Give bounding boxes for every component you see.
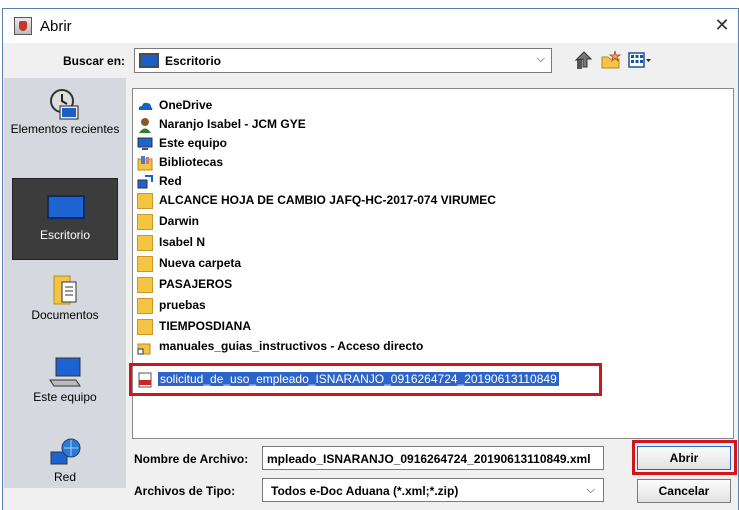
place-label: Documentos — [31, 308, 99, 322]
view-menu-icon[interactable] — [627, 49, 653, 71]
place-recent[interactable]: Elementos recientes — [4, 88, 126, 168]
list-item[interactable]: Este equipo — [137, 135, 637, 153]
list-item[interactable]: Red — [137, 173, 637, 191]
shortcut-icon — [137, 343, 151, 355]
folder-icon — [137, 277, 153, 293]
look-in-value: Escritorio — [165, 54, 222, 68]
place-label: Red — [53, 470, 76, 484]
file-name-label: Nombre de Archivo: — [134, 452, 249, 466]
computer-icon — [137, 137, 153, 150]
folder-icon — [137, 214, 153, 230]
place-label: Elementos recientes — [10, 122, 120, 136]
folder-icon — [137, 193, 153, 209]
cancel-button[interactable]: Cancelar — [637, 479, 731, 503]
new-folder-icon[interactable] — [600, 49, 622, 71]
list-item[interactable]: Darwin — [137, 213, 637, 231]
folder-icon — [137, 319, 153, 335]
list-item[interactable]: Nueva carpeta — [137, 255, 637, 273]
documents-icon — [53, 275, 77, 305]
place-computer[interactable]: Este equipo — [4, 356, 126, 416]
list-item[interactable]: pruebas — [137, 297, 637, 315]
annotation-highlight-file — [129, 363, 602, 396]
desktop-icon — [47, 195, 85, 219]
list-item[interactable]: Isabel N — [137, 234, 637, 252]
chevron-down-icon: ⌵ — [586, 484, 595, 496]
folder-icon — [137, 235, 153, 251]
look-in-combo[interactable]: Escritorio ⌵ — [134, 48, 552, 73]
dialog-title: Abrir — [40, 18, 72, 35]
user-icon — [139, 118, 151, 133]
close-button[interactable]: ✕ — [710, 14, 734, 36]
place-desktop[interactable]: Escritorio — [4, 178, 126, 260]
list-item[interactable]: manuales_guias_instructivos - Acceso dir… — [137, 338, 637, 356]
list-item[interactable]: OneDrive — [137, 97, 637, 115]
list-item[interactable]: Naranjo Isabel - JCM GYE — [137, 116, 637, 134]
place-label: Este equipo — [33, 390, 97, 404]
network-icon — [50, 438, 81, 465]
places-bar: Elementos recientes Escritorio Documento… — [4, 78, 126, 488]
list-item[interactable]: TIEMPOSDIANA — [137, 318, 637, 336]
title-bar: Abrir ✕ — [3, 9, 738, 43]
place-network[interactable]: Red — [4, 438, 126, 488]
list-item[interactable]: PASAJEROS — [137, 276, 637, 294]
file-type-combo[interactable]: Todos e-Doc Aduana (*.xml;*.zip) ⌵ — [262, 478, 604, 502]
folder-icon — [137, 298, 153, 314]
computer-icon — [49, 357, 81, 387]
place-documents[interactable]: Documentos — [4, 274, 126, 334]
list-item[interactable]: Bibliotecas — [137, 154, 637, 172]
open-button[interactable]: Abrir — [637, 446, 731, 470]
desktop-icon — [139, 53, 159, 68]
list-item[interactable]: ALCANCE HOJA DE CAMBIO JAFQ-HC-2017-074 … — [137, 192, 637, 210]
file-name-value: mpleado_ISNARANJO_0916264724_20190613110… — [267, 452, 591, 466]
file-name-input[interactable]: mpleado_ISNARANJO_0916264724_20190613110… — [262, 446, 604, 470]
libraries-icon — [137, 156, 153, 171]
place-label: Escritorio — [39, 228, 90, 242]
look-in-label: Buscar en: — [63, 54, 126, 68]
up-folder-icon[interactable] — [574, 49, 594, 71]
java-app-icon — [14, 17, 32, 35]
network-icon — [137, 175, 153, 189]
onedrive-icon — [138, 102, 153, 110]
chevron-down-icon: ⌵ — [536, 53, 545, 65]
recent-items-icon — [50, 89, 79, 120]
folder-icon — [137, 256, 153, 272]
file-type-label: Archivos de Tipo: — [134, 484, 236, 498]
file-type-value: Todos e-Doc Aduana (*.xml;*.zip) — [271, 484, 459, 498]
